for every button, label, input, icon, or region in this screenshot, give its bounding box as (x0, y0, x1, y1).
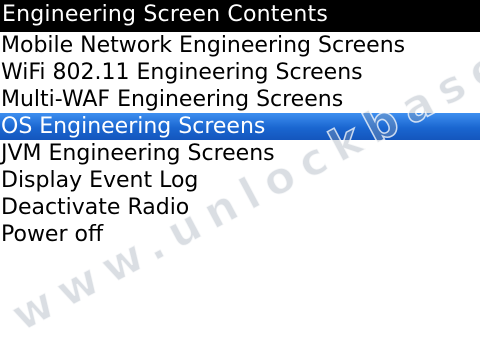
menu-item-jvm[interactable]: JVM Engineering Screens (0, 140, 480, 167)
menu-item-os[interactable]: OS Engineering Screens (0, 113, 480, 140)
engineering-menu-list: Mobile Network Engineering Screens WiFi … (0, 32, 480, 248)
title-bar: Engineering Screen Contents (0, 0, 480, 32)
menu-item-multi-waf[interactable]: Multi-WAF Engineering Screens (0, 86, 480, 113)
menu-item-deactivate-radio[interactable]: Deactivate Radio (0, 194, 480, 221)
menu-item-mobile-network[interactable]: Mobile Network Engineering Screens (0, 32, 480, 59)
menu-item-wifi[interactable]: WiFi 802.11 Engineering Screens (0, 59, 480, 86)
screen-title: Engineering Screen Contents (2, 2, 328, 27)
menu-item-display-event-log[interactable]: Display Event Log (0, 167, 480, 194)
engineering-screen: Engineering Screen Contents Mobile Netwo… (0, 0, 480, 360)
menu-item-power-off[interactable]: Power off (0, 221, 480, 248)
